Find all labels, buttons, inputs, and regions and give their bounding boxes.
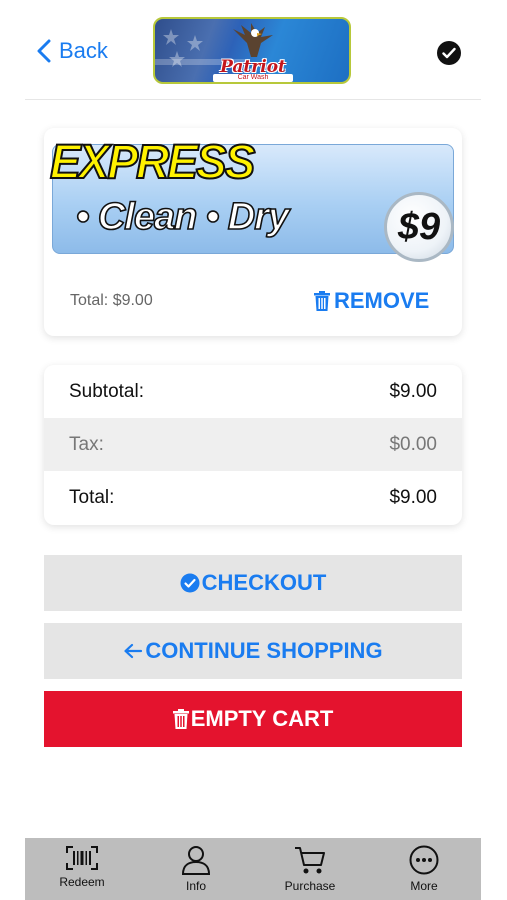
cart-icon — [295, 847, 325, 874]
tab-more[interactable]: More — [367, 838, 481, 900]
trash-icon — [172, 709, 189, 729]
remove-button[interactable]: REMOVE — [314, 288, 429, 314]
arrow-left-icon — [124, 643, 143, 659]
price-badge: $9 — [384, 192, 454, 262]
item-total: Total: $9.00 — [70, 292, 153, 309]
checkmark-icon — [442, 47, 456, 59]
trash-icon — [314, 291, 330, 311]
check-circle-icon — [180, 573, 200, 593]
total-label: Total: — [69, 486, 115, 508]
tab-more-label: More — [410, 879, 438, 893]
tab-purchase[interactable]: Purchase — [253, 838, 367, 900]
price-badge-text: $9 — [397, 205, 441, 248]
logo-brand: Patriot — [220, 57, 286, 77]
cart-item-card: EXPRESS • Clean • Dry $9 Total: $9.00 RE… — [44, 128, 462, 336]
person-icon — [181, 846, 211, 875]
logo-subtitle: Car Wash — [213, 74, 293, 82]
eagle-icon — [233, 23, 273, 57]
subtotal-value: $9.00 — [389, 380, 437, 402]
checkout-label: CHECKOUT — [201, 570, 327, 595]
subtotal-row: Subtotal: $9.00 — [44, 365, 462, 418]
total-value: $9.00 — [389, 486, 437, 508]
banner-features: • Clean • Dry — [75, 195, 290, 239]
empty-cart-label: EMPTY CART — [190, 706, 334, 731]
back-label: Back — [59, 38, 108, 63]
continue-shopping-button[interactable]: CONTINUE SHOPPING — [44, 623, 462, 679]
checkout-button[interactable]: CHECKOUT — [44, 555, 462, 611]
order-summary: Subtotal: $9.00 Tax: $0.00 Total: $9.00 — [44, 365, 462, 525]
continue-label: CONTINUE SHOPPING — [145, 638, 383, 663]
header: Back Patriot Car Wash — [25, 0, 481, 100]
tab-redeem-label: Redeem — [59, 875, 105, 889]
tax-value: $0.00 — [389, 433, 437, 455]
tax-label: Tax: — [69, 433, 104, 455]
tab-info[interactable]: Info — [139, 838, 253, 900]
empty-cart-button[interactable]: EMPTY CART — [44, 691, 462, 747]
tab-purchase-label: Purchase — [284, 879, 336, 893]
remove-label: REMOVE — [334, 288, 430, 313]
banner-title: EXPRESS — [49, 133, 256, 190]
subtotal-label: Subtotal: — [69, 380, 144, 402]
product-banner: EXPRESS • Clean • Dry $9 — [49, 133, 454, 262]
barcode-icon — [66, 846, 98, 870]
chevron-left-icon — [37, 39, 51, 63]
tab-info-label: Info — [185, 879, 206, 893]
tab-redeem[interactable]: Redeem — [25, 838, 139, 900]
tax-row: Tax: $0.00 — [44, 418, 462, 471]
back-button[interactable]: Back — [37, 38, 108, 64]
total-row: Total: $9.00 — [44, 471, 462, 524]
more-icon — [409, 845, 439, 875]
tab-bar: Redeem Info Purchase More — [25, 838, 481, 900]
done-button[interactable] — [437, 41, 461, 65]
logo: Patriot Car Wash — [153, 17, 351, 84]
